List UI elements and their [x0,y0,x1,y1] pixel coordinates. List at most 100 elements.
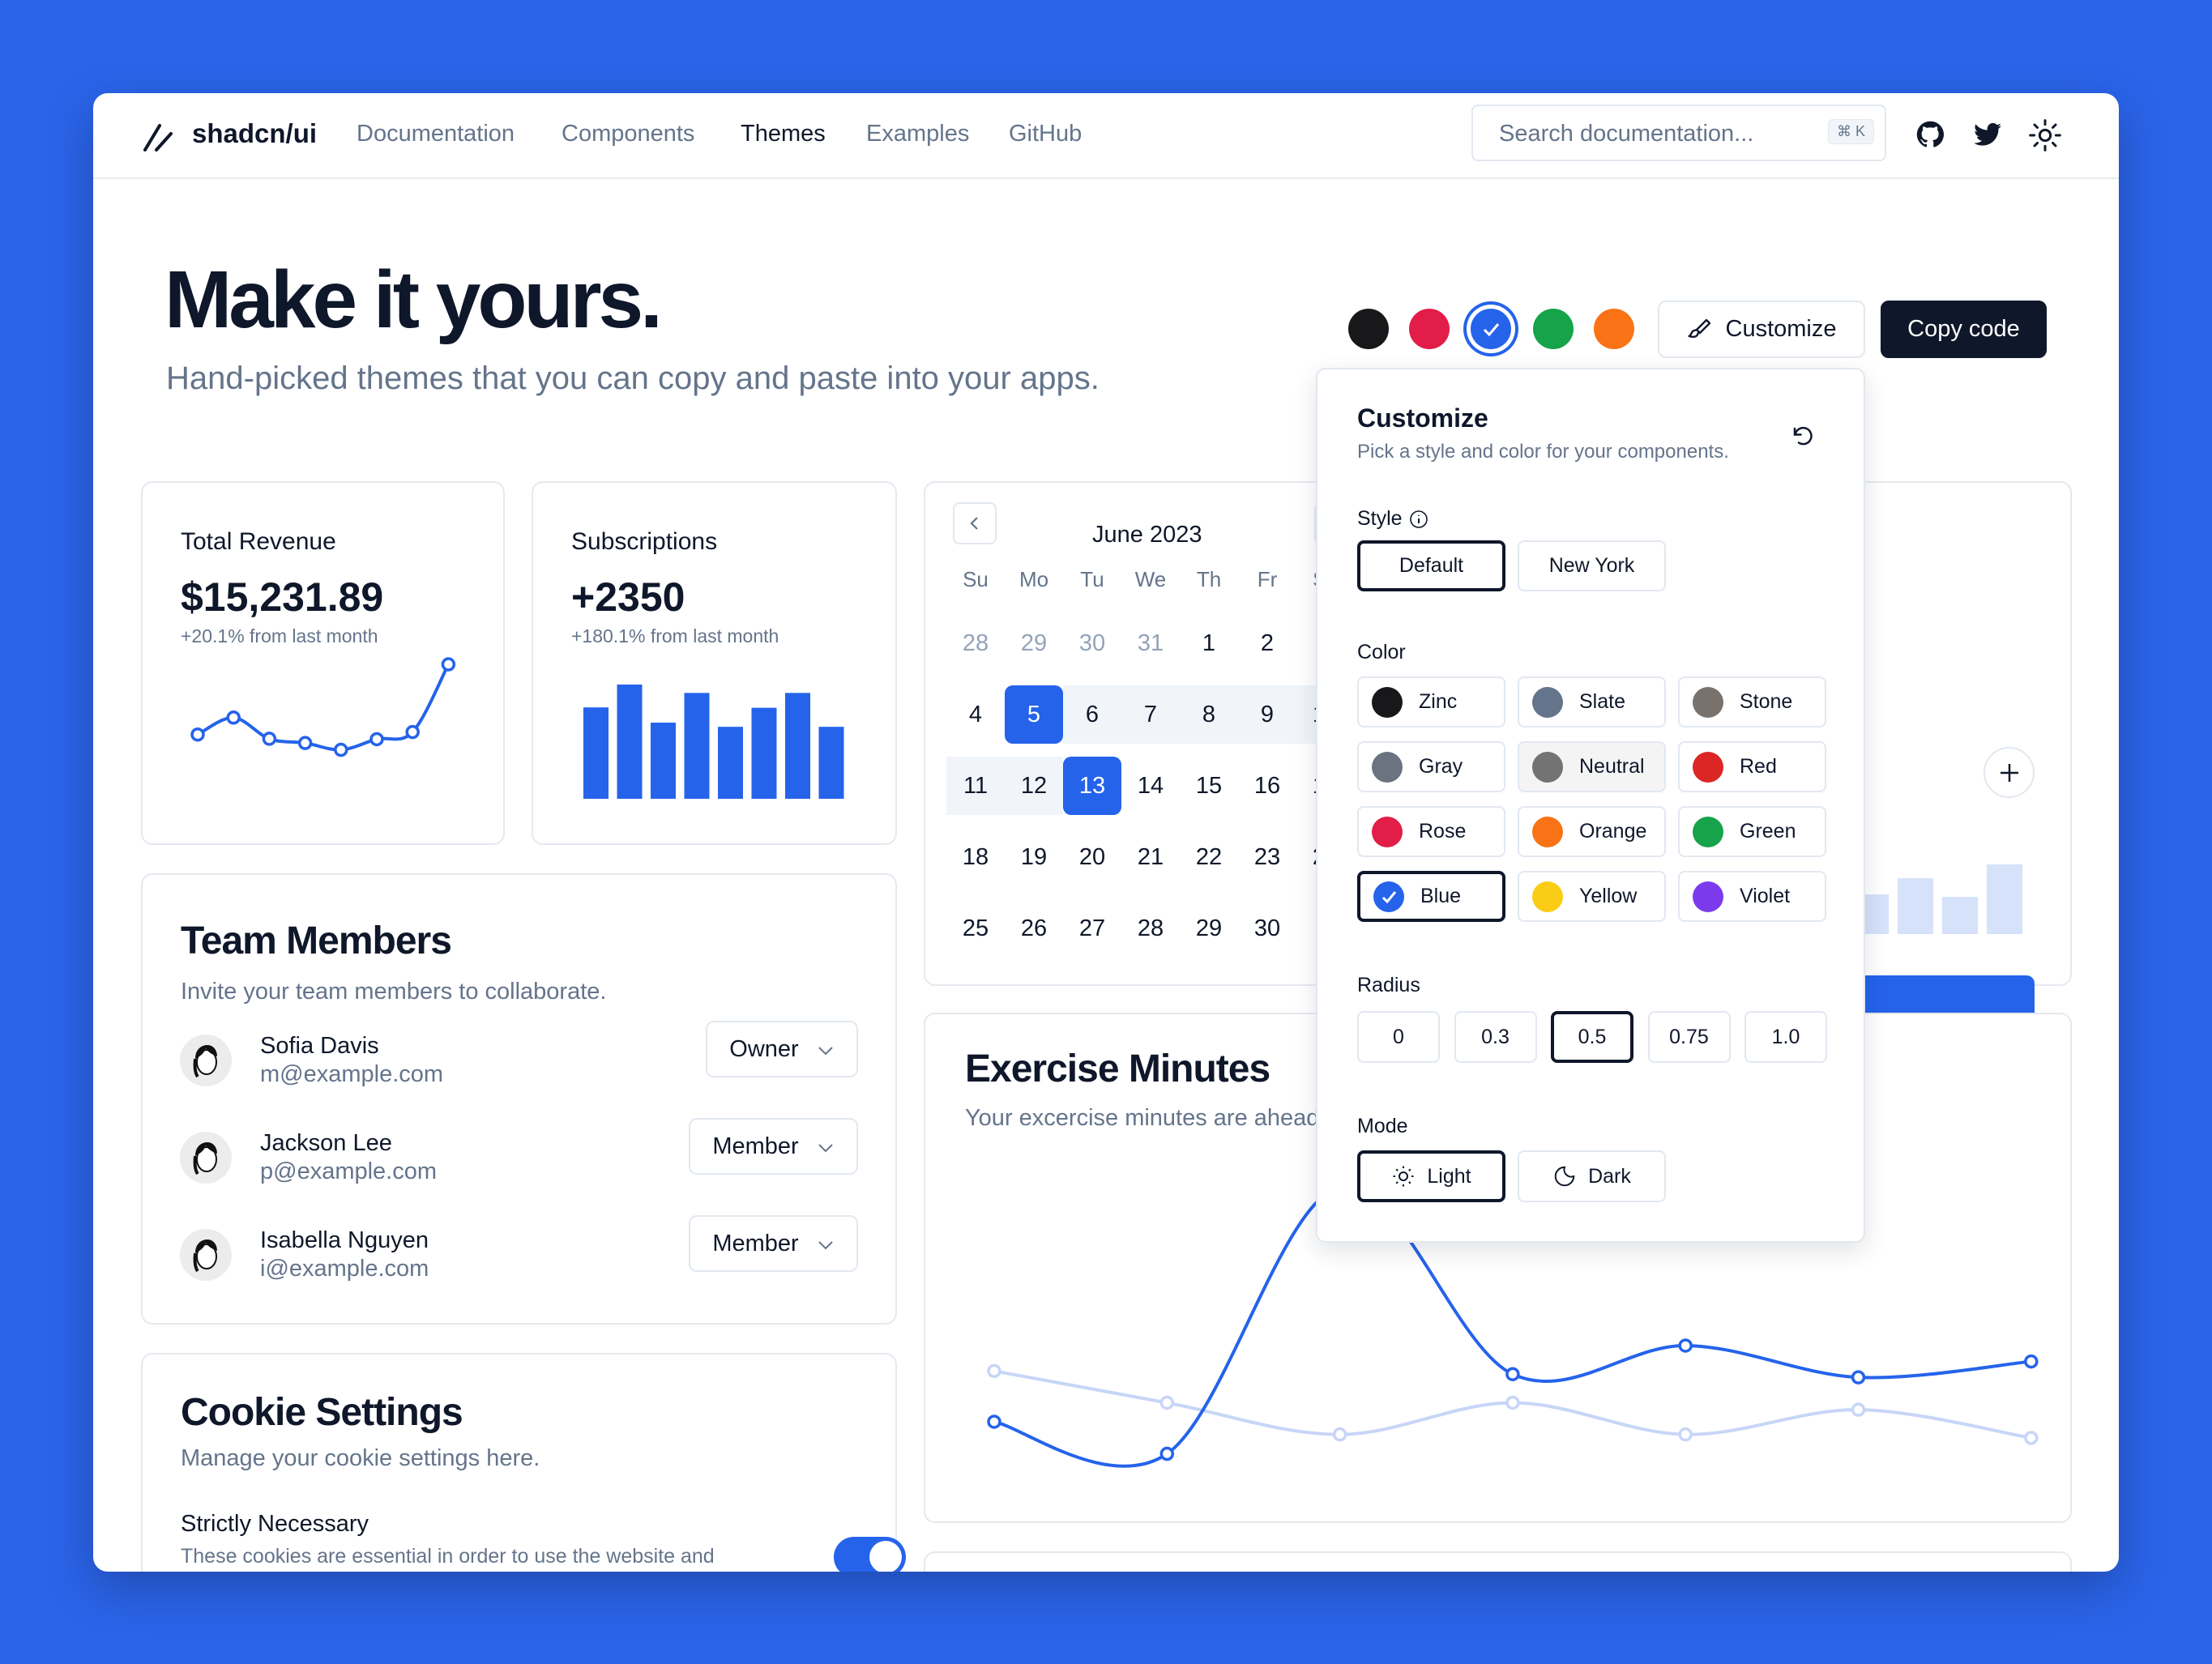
color-swatch [1693,881,1723,912]
customize-button[interactable]: Customize [1658,301,1865,358]
sun-icon[interactable] [2029,119,2061,151]
calendar-day[interactable]: 7 [1121,685,1180,744]
radius-option[interactable]: 0.75 [1647,1011,1731,1063]
color-option-rose[interactable]: Rose [1357,806,1505,857]
search-placeholder: Search documentation... [1499,121,1754,147]
calendar-day[interactable]: 22 [1180,828,1238,886]
calendar-day[interactable]: 29 [1180,899,1238,958]
nav-documentation[interactable]: Documentation [357,121,515,147]
color-swatch [1532,881,1563,912]
role-value: Member [712,1133,799,1159]
avatar [180,1132,232,1184]
theme-dot-blue[interactable] [1471,309,1511,349]
mode-option-light[interactable]: Light [1357,1150,1505,1202]
radius-option[interactable]: 0.3 [1454,1011,1537,1063]
calendar-day[interactable]: 25 [946,899,1005,958]
top-nav: shadcn/ui Documentation Components Themes E… [93,93,2119,179]
prev-month-button[interactable] [953,502,997,544]
copy-code-button[interactable]: Copy code [1881,301,2047,358]
color-option-zinc[interactable]: Zinc [1357,676,1505,727]
color-option-gray[interactable]: Gray [1357,741,1505,792]
radius-option[interactable]: 0.5 [1551,1011,1633,1063]
calendar-day[interactable]: 5 [1005,685,1063,744]
nav-github[interactable]: GitHub [1009,121,1082,147]
theme-dot-green[interactable] [1533,309,1574,349]
mode-option-dark[interactable]: Dark [1518,1150,1666,1202]
check-icon [1381,890,1397,903]
revenue-point [334,742,348,757]
calendar-day[interactable]: 6 [1063,685,1121,744]
revenue-point [405,724,420,740]
calendar-day[interactable]: 19 [1005,828,1063,886]
strictly-necessary-toggle[interactable] [834,1537,906,1572]
color-name: Orange [1579,820,1647,843]
calendar-day[interactable]: 1 [1180,614,1238,672]
radius-label: Radius [1357,974,1420,996]
info-icon[interactable] [1409,510,1428,529]
color-option-slate[interactable]: Slate [1518,676,1666,727]
calendar-day[interactable]: 16 [1238,757,1296,815]
calendar-day[interactable]: 29 [1005,614,1063,672]
github-icon[interactable] [1916,121,1944,148]
calendar-day[interactable]: 2 [1238,614,1296,672]
calendar-day[interactable]: 31 [1121,614,1180,672]
nav-examples[interactable]: Examples [866,121,969,147]
popover-subtitle: Pick a style and color for your componen… [1357,441,1729,463]
calendar-day[interactable]: 14 [1121,757,1180,815]
color-name: Zinc [1419,690,1458,713]
calendar-day[interactable]: 18 [946,828,1005,886]
search-input[interactable]: Search documentation... ⌘ K [1471,105,1886,161]
color-name: Slate [1579,690,1625,713]
color-swatch [1532,686,1563,718]
color-option-red[interactable]: Red [1678,741,1826,792]
radius-option[interactable]: 1.0 [1744,1011,1827,1063]
brand[interactable]: shadcn/ui [192,118,317,149]
calendar-day[interactable]: 15 [1180,757,1238,815]
calendar-day[interactable]: 21 [1121,828,1180,886]
calendar-day[interactable]: 11 [946,757,1005,815]
calendar-day[interactable]: 8 [1180,685,1238,744]
nav-components[interactable]: Components [562,121,694,147]
radius-option[interactable]: 0 [1357,1011,1440,1063]
exercise-point [1678,1338,1693,1353]
role-select[interactable]: Owner [706,1021,858,1077]
calendar-day[interactable]: 12 [1005,757,1063,815]
calendar-day[interactable]: 23 [1238,828,1296,886]
color-option-neutral[interactable]: Neutral [1518,741,1666,792]
calendar-day[interactable]: 9 [1238,685,1296,744]
calendar-day[interactable]: 27 [1063,899,1121,958]
calendar-day[interactable]: 13 [1063,757,1121,815]
calendar-day[interactable]: 26 [1005,899,1063,958]
reset-icon[interactable] [1791,425,1815,449]
role-select[interactable]: Member [689,1118,858,1175]
calendar-day[interactable]: 20 [1063,828,1121,886]
color-option-green[interactable]: Green [1678,806,1826,857]
calendar-day[interactable]: 28 [1121,899,1180,958]
twitter-icon[interactable] [1974,122,2001,147]
color-option-yellow[interactable]: Yellow [1518,871,1666,922]
subscription-bar [617,685,643,799]
revenue-point [297,736,313,750]
color-option-blue[interactable]: Blue [1357,871,1505,922]
style-option-new-york[interactable]: New York [1518,540,1666,591]
style-option-default[interactable]: Default [1357,540,1505,591]
role-select[interactable]: Member [689,1215,858,1272]
app-window: shadcn/ui Documentation Components Themes E… [93,93,2119,1572]
increase-goal-button[interactable] [1984,747,2035,798]
nav-themes[interactable]: Themes [741,121,826,147]
color-option-violet[interactable]: Violet [1678,871,1826,922]
theme-dot-rose[interactable] [1409,309,1450,349]
calendar-card: June 2023 SuMoTuWeThFrSa2829303112345678… [924,481,1377,986]
page-title: Make it yours. [164,254,663,345]
theme-dot-zinc[interactable] [1348,309,1389,349]
calendar-day[interactable]: 30 [1063,614,1121,672]
exercise-point [987,1363,1001,1379]
calendar-day[interactable]: 4 [946,685,1005,744]
color-name: Red [1740,755,1777,778]
calendar-day[interactable]: 28 [946,614,1005,672]
theme-dot-orange[interactable] [1594,309,1634,349]
data-table-card [924,1551,2072,1572]
color-option-orange[interactable]: Orange [1518,806,1666,857]
color-option-stone[interactable]: Stone [1678,676,1826,727]
calendar-day[interactable]: 30 [1238,899,1296,958]
